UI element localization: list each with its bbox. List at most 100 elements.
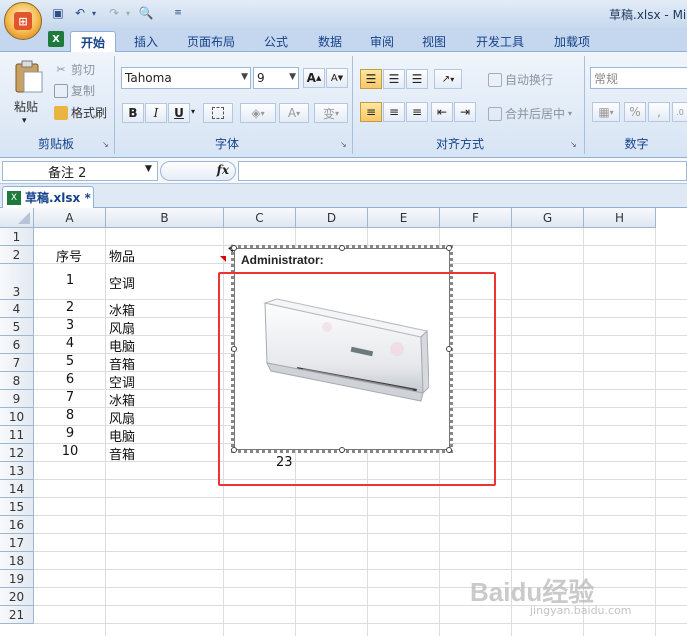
tab-review[interactable]: 审阅 [362,31,402,52]
align-top-button[interactable]: ☰ [360,69,382,89]
cell-b4[interactable]: 冰箱 [109,300,135,319]
clipboard-launcher-icon[interactable]: ↘ [102,140,109,149]
redo-dropdown-icon[interactable]: ▾ [120,5,136,21]
column-header-f[interactable]: F [440,208,512,228]
cell-b6[interactable]: 电脑 [109,336,135,355]
column-header-a[interactable]: A [34,208,106,228]
copy-button[interactable]: 复制 [54,82,95,99]
tab-developer[interactable]: 开发工具 [466,31,534,52]
formula-input[interactable] [238,161,687,181]
cell-b5[interactable]: 风扇 [109,318,135,337]
print-preview-icon[interactable]: 🔍 [138,5,154,21]
tab-formulas[interactable]: 公式 [256,31,296,52]
row-header-11[interactable]: 11 [0,426,34,444]
row-header-3[interactable]: 3 [0,264,34,300]
borders-button[interactable] [203,103,233,123]
wrap-text-button[interactable]: 自动换行 [488,71,553,88]
column-header-c[interactable]: C [224,208,296,228]
tab-view[interactable]: 视图 [414,31,454,52]
select-all-corner[interactable] [0,208,34,228]
row-header-5[interactable]: 5 [0,318,34,336]
align-bottom-button[interactable]: ☰ [406,69,428,89]
italic-button[interactable]: I [145,103,167,123]
underline-dropdown-icon[interactable]: ▾ [191,107,195,116]
paste-dropdown-icon[interactable]: ▾ [22,116,27,126]
phonetic-button[interactable]: 变 ▾ [314,103,348,123]
row-header-1[interactable]: 1 [0,228,34,246]
row-header-16[interactable]: 16 [0,516,34,534]
cut-button[interactable]: ✂ 剪切 [54,61,95,78]
increase-indent-button[interactable]: ⇥ [454,102,476,122]
bold-button[interactable]: B [122,103,144,123]
fill-color-button[interactable]: ◈ ▾ [240,103,276,123]
customize-icon[interactable]: ≡ [170,5,186,21]
column-header-d[interactable]: D [296,208,368,228]
orientation-button[interactable]: ↗ ▾ [434,69,462,89]
paste-icon[interactable] [12,60,44,94]
row-header-10[interactable]: 10 [0,408,34,426]
underline-button[interactable]: U [168,103,190,123]
cell-a6[interactable]: 4 [50,336,90,351]
decrease-indent-button[interactable]: ⇤ [431,102,453,122]
tab-data[interactable]: 数据 [310,31,350,52]
cell-b3[interactable]: 空调 [109,273,135,292]
cell-a2[interactable]: 序号 [56,246,82,265]
row-header-18[interactable]: 18 [0,552,34,570]
tab-page-layout[interactable]: 页面布局 [180,31,242,52]
merge-center-button[interactable]: 合并后居中 ▾ [488,105,572,122]
cell-a11[interactable]: 9 [50,426,90,441]
row-header-14[interactable]: 14 [0,480,34,498]
format-painter-button[interactable]: 格式刷 [54,104,107,121]
align-right-button[interactable]: ≡ [406,102,428,122]
chevron-down-icon[interactable]: ▼ [145,164,152,174]
row-header-7[interactable]: 7 [0,354,34,372]
resize-handle[interactable] [446,245,452,251]
increase-decimal-button[interactable]: .0 [672,102,687,122]
row-header-13[interactable]: 13 [0,462,34,480]
tab-addins[interactable]: 加载项 [544,31,600,52]
save-icon[interactable]: ▣ [50,5,66,21]
column-header-e[interactable]: E [368,208,440,228]
comma-button[interactable]: , [648,102,670,122]
alignment-launcher-icon[interactable]: ↘ [570,140,577,149]
undo-dropdown-icon[interactable]: ▾ [86,5,102,21]
font-name-combo[interactable]: Tahoma ▼ [121,67,251,89]
row-header-21[interactable]: 21 [0,606,34,624]
resize-handle[interactable] [339,245,345,251]
align-middle-button[interactable]: ☰ [383,69,405,89]
name-box[interactable]: 备注 2 ▼ [2,161,158,181]
grow-font-button[interactable]: A ▲ [303,68,325,88]
resize-handle[interactable] [231,245,237,251]
cell-a3[interactable]: 1 [50,273,90,288]
cell-b8[interactable]: 空调 [109,372,135,391]
row-header-17[interactable]: 17 [0,534,34,552]
cell-b2[interactable]: 物品 [109,246,135,265]
row-header-20[interactable]: 20 [0,588,34,606]
currency-button[interactable]: ▦ ▾ [592,102,620,122]
percent-button[interactable]: % [624,102,646,122]
paste-button[interactable]: 粘贴 [14,98,38,115]
row-header-12[interactable]: 12 [0,444,34,462]
row-header-2[interactable]: 2 [0,246,34,264]
cell-a10[interactable]: 8 [50,408,90,423]
font-size-combo[interactable]: 9 ▼ [253,67,299,89]
row-header-4[interactable]: 4 [0,300,34,318]
column-header-h[interactable]: H [584,208,656,228]
insert-function-button[interactable]: fx [160,161,236,181]
row-header-8[interactable]: 8 [0,372,34,390]
cell-a4[interactable]: 2 [50,300,90,315]
cell-a7[interactable]: 5 [50,354,90,369]
row-header-9[interactable]: 9 [0,390,34,408]
font-launcher-icon[interactable]: ↘ [340,140,347,149]
row-header-15[interactable]: 15 [0,498,34,516]
cell-b11[interactable]: 电脑 [109,426,135,445]
row-header-19[interactable]: 19 [0,570,34,588]
cell-a12[interactable]: 10 [50,444,90,459]
tab-home[interactable]: 开始 [70,31,116,52]
cell-b12[interactable]: 音箱 [109,444,135,463]
chevron-down-icon[interactable]: ▼ [241,72,248,82]
workbook-tab[interactable]: X 草稿.xlsx * [2,186,94,208]
column-header-b[interactable]: B [106,208,224,228]
cell-a5[interactable]: 3 [50,318,90,333]
chevron-down-icon[interactable]: ▼ [289,72,296,82]
